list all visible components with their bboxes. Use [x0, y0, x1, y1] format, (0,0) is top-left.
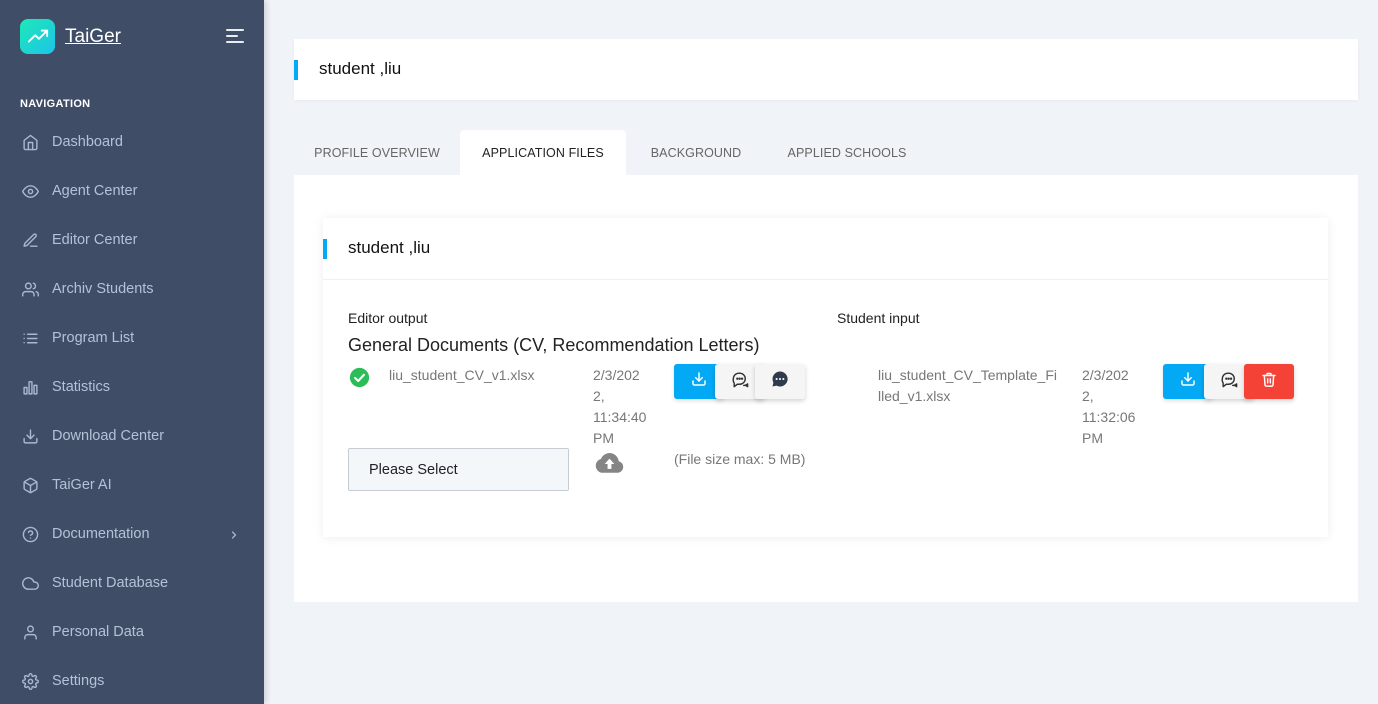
editor-file-name[interactable]: liu_student_CV_v1.xlsx [389, 365, 535, 386]
sidebar-item-taiger-ai[interactable]: TaiGer AI [0, 465, 264, 505]
app-name[interactable]: TaiGer [65, 26, 121, 48]
users-icon [22, 281, 39, 298]
date-line: 2/3/202 [593, 367, 640, 383]
download-icon [1180, 371, 1196, 392]
page-header-card: student ,liu [294, 39, 1358, 100]
card-accent-bar [323, 239, 327, 259]
document-category-title: General Documents (CV, Recommendation Le… [348, 335, 760, 355]
sidebar-item-label: Download Center [52, 428, 165, 444]
file-name-line: liu_student_CV_Template_Fi [878, 367, 1057, 383]
sidebar-item-label: Dashboard [52, 134, 123, 150]
date-line: 2, [593, 388, 605, 404]
date-line: 2, [1082, 388, 1094, 404]
card-title: student ,liu [348, 238, 431, 257]
sidebar-item-dashboard[interactable]: Dashboard [0, 122, 264, 162]
trending-up-icon [20, 19, 55, 54]
editor-messages-button[interactable] [755, 364, 805, 399]
sidebar-item-personal-data[interactable]: Personal Data [0, 612, 264, 652]
box-icon [22, 477, 39, 494]
sidebar-item-download-center[interactable]: Download Center [0, 416, 264, 456]
student-file-date: 2/3/202 2, 11:32:06 PM [1082, 365, 1135, 449]
download-icon [22, 428, 39, 445]
sidebar-item-editor-center[interactable]: Editor Center [0, 220, 264, 260]
sidebar-item-label: Documentation [52, 526, 150, 542]
home-icon [22, 134, 39, 151]
tab-application-files[interactable]: APPLICATION FILES [460, 130, 626, 175]
editor-file-date: 2/3/202 2, 11:34:40 PM [593, 365, 646, 449]
sidebar-item-label: Statistics [52, 379, 111, 395]
settings-icon [22, 672, 39, 690]
editor-output-label: Editor output [348, 310, 428, 326]
tab-applied-schools[interactable]: APPLIED SCHOOLS [766, 130, 928, 175]
list-icon [22, 330, 39, 347]
file-name-line: lled_v1.xlsx [878, 388, 951, 404]
date-line: PM [1082, 430, 1103, 446]
tab-background[interactable]: BACKGROUND [626, 130, 766, 175]
nav-caption: NAVIGATION [20, 98, 91, 110]
sidebar-item-statistics[interactable]: Statistics [0, 367, 264, 407]
date-line: 2/3/202 [1082, 367, 1129, 383]
student-input-label: Student input [837, 310, 920, 326]
sidebar-item-settings[interactable]: Settings [0, 661, 264, 701]
chat-bubbles-icon [731, 370, 750, 394]
file-select[interactable]: Please Select [348, 448, 569, 491]
check-circle-icon [349, 367, 370, 388]
sidebar-item-student-database[interactable]: Student Database [0, 563, 264, 603]
user-icon [22, 624, 39, 641]
trash-icon [1261, 371, 1277, 393]
sidebar-item-label: Program List [52, 330, 135, 346]
sidebar-item-label: Personal Data [52, 624, 144, 640]
sidebar-item-label: Student Database [52, 575, 169, 591]
student-files-card: student ,liu Editor output General Docum… [323, 218, 1328, 537]
edit-icon [22, 232, 39, 249]
student-file-name[interactable]: liu_student_CV_Template_Fi lled_v1.xlsx [878, 365, 1057, 407]
sidebar-item-label: Archiv Students [52, 281, 154, 297]
sidebar-item-label: Agent Center [52, 183, 138, 199]
message-dots-icon [771, 370, 789, 393]
file-size-note: (File size max: 5 MB) [674, 451, 806, 467]
sidebar-item-agent-center[interactable]: Agent Center [0, 171, 264, 211]
eye-icon [22, 183, 39, 200]
chevron-right-icon [228, 528, 240, 546]
sidebar-item-program-list[interactable]: Program List [0, 318, 264, 358]
sidebar-item-documentation[interactable]: Documentation [0, 514, 264, 554]
date-line: 11:34:40 [593, 409, 647, 425]
application-files-panel: student ,liu Editor output General Docum… [294, 175, 1358, 602]
brand[interactable]: TaiGer [20, 19, 121, 54]
chat-bubbles-icon [1220, 370, 1239, 394]
card-header: student ,liu [323, 218, 1328, 280]
date-line: PM [593, 430, 614, 446]
date-line: 11:32:06 [1082, 409, 1136, 425]
bar-chart-icon [22, 379, 39, 396]
sidebar-item-archiv-students[interactable]: Archiv Students [0, 269, 264, 309]
cloud-upload-icon[interactable] [594, 452, 625, 474]
tab-profile-overview[interactable]: PROFILE OVERVIEW [294, 130, 460, 175]
sidebar-item-label: Settings [52, 673, 105, 689]
help-circle-icon [22, 526, 39, 543]
page-title: student ,liu [319, 59, 402, 78]
sidebar: TaiGer NAVIGATION Dashboard Agent Center… [0, 0, 264, 704]
download-icon [691, 371, 707, 392]
sidebar-item-label: TaiGer AI [52, 477, 112, 493]
title-accent-bar [294, 60, 298, 80]
cloud-icon [22, 575, 39, 592]
student-delete-button[interactable] [1244, 364, 1294, 399]
menu-toggle-icon[interactable] [226, 29, 244, 43]
sidebar-item-label: Editor Center [52, 232, 138, 248]
